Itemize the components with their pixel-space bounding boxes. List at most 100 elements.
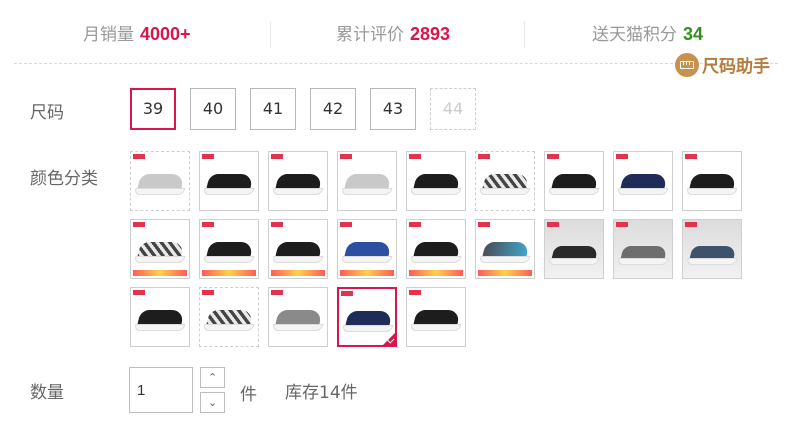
brand-tag-icon — [271, 222, 283, 227]
shoe-thumbnail — [413, 242, 461, 258]
size-helper-link[interactable]: 尺码助手 — [675, 52, 770, 78]
brand-tag-icon — [340, 154, 352, 159]
color-swatch-19[interactable] — [130, 287, 190, 347]
color-swatch-7[interactable] — [544, 151, 604, 211]
color-swatch-21[interactable] — [268, 287, 328, 347]
color-swatch-14[interactable] — [406, 219, 466, 279]
quantity-input[interactable] — [129, 367, 193, 413]
color-swatch-9[interactable] — [682, 151, 742, 211]
tmall-points-stat: 送天猫积分 34 — [592, 20, 703, 45]
size-option-43[interactable]: 43 — [370, 88, 416, 130]
shoe-thumbnail — [137, 242, 185, 258]
brand-tag-icon — [547, 222, 559, 227]
color-swatch-3[interactable] — [268, 151, 328, 211]
size-option-44: 44 — [430, 88, 476, 130]
tmall-points-value: 34 — [683, 24, 704, 44]
brand-tag-icon — [133, 290, 145, 295]
shoe-thumbnail — [551, 174, 599, 190]
chevron-down-icon: ⌄ — [207, 396, 218, 409]
shoe-thumbnail — [275, 310, 323, 326]
brand-tag-icon — [202, 290, 214, 295]
shoe-thumbnail — [413, 174, 461, 190]
stock-count: 库存14件 — [285, 383, 358, 403]
quantity-decrement-button[interactable]: ⌄ — [200, 392, 225, 413]
chevron-up-icon: ⌃ — [207, 371, 218, 384]
color-swatch-1 — [130, 151, 190, 211]
size-option-41[interactable]: 41 — [250, 88, 296, 130]
brand-tag-icon — [685, 222, 697, 227]
shoe-thumbnail — [620, 246, 668, 260]
promo-banner — [271, 270, 325, 276]
promo-banner — [202, 270, 256, 276]
shoe-thumbnail — [344, 174, 392, 190]
brand-tag-icon — [133, 154, 145, 159]
shoe-thumbnail — [206, 310, 254, 326]
quantity-unit: 件 — [240, 385, 257, 405]
color-swatch-16[interactable] — [544, 219, 604, 279]
ruler-icon — [675, 52, 699, 77]
color-label: 颜色分类 — [30, 169, 98, 189]
promo-banner — [340, 270, 394, 276]
color-swatch-22[interactable] — [337, 287, 397, 347]
brand-tag-icon — [478, 154, 490, 159]
shoe-thumbnail — [275, 174, 323, 190]
color-swatch-18[interactable] — [682, 219, 742, 279]
total-reviews-label: 累计评价 — [336, 25, 404, 45]
color-swatch-6 — [475, 151, 535, 211]
color-swatch-11[interactable] — [199, 219, 259, 279]
brand-tag-icon — [616, 222, 628, 227]
shoe-thumbnail — [482, 242, 530, 258]
color-swatch-20 — [199, 287, 259, 347]
shoe-thumbnail — [206, 174, 254, 190]
quantity-increment-button[interactable]: ⌃ — [200, 367, 225, 388]
color-swatch-13[interactable] — [337, 219, 397, 279]
brand-tag-icon — [478, 222, 490, 227]
shoe-thumbnail — [620, 174, 668, 190]
size-option-40[interactable]: 40 — [190, 88, 236, 130]
color-swatch-12[interactable] — [268, 219, 328, 279]
stat-divider — [270, 22, 271, 48]
brand-tag-icon — [547, 154, 559, 159]
promo-banner — [478, 270, 532, 276]
color-swatch-8[interactable] — [613, 151, 673, 211]
color-swatch-4[interactable] — [337, 151, 397, 211]
brand-tag-icon — [271, 154, 283, 159]
brand-tag-icon — [341, 291, 353, 296]
stat-divider — [524, 22, 525, 48]
total-reviews-stat[interactable]: 累计评价 2893 — [336, 20, 450, 45]
monthly-sales-label: 月销量 — [83, 25, 134, 45]
brand-tag-icon — [409, 222, 421, 227]
shoe-thumbnail — [344, 242, 392, 258]
quantity-label: 数量 — [30, 383, 64, 403]
brand-tag-icon — [409, 290, 421, 295]
brand-tag-icon — [685, 154, 697, 159]
color-swatch-15[interactable] — [475, 219, 535, 279]
shoe-thumbnail — [482, 174, 530, 190]
size-helper-label: 尺码助手 — [702, 57, 770, 77]
color-swatch-23[interactable] — [406, 287, 466, 347]
brand-tag-icon — [340, 222, 352, 227]
size-option-39[interactable]: 39 — [130, 88, 176, 130]
size-label: 尺码 — [30, 103, 64, 123]
shoe-thumbnail — [206, 242, 254, 258]
color-swatch-5[interactable] — [406, 151, 466, 211]
tmall-points-label: 送天猫积分 — [592, 25, 677, 45]
dashed-divider — [14, 63, 778, 64]
color-swatch-17[interactable] — [613, 219, 673, 279]
brand-tag-icon — [409, 154, 421, 159]
shoe-thumbnail — [689, 246, 737, 260]
promo-banner — [409, 270, 463, 276]
monthly-sales-value: 4000+ — [140, 24, 191, 44]
shoe-thumbnail — [137, 310, 185, 326]
shoe-thumbnail — [275, 242, 323, 258]
size-option-42[interactable]: 42 — [310, 88, 356, 130]
shoe-thumbnail — [689, 174, 737, 190]
brand-tag-icon — [202, 222, 214, 227]
brand-tag-icon — [616, 154, 628, 159]
shoe-thumbnail — [551, 246, 599, 260]
shoe-thumbnail — [137, 174, 185, 190]
monthly-sales-stat: 月销量 4000+ — [83, 20, 191, 45]
color-swatch-10[interactable] — [130, 219, 190, 279]
shoe-thumbnail — [345, 311, 393, 327]
color-swatch-2[interactable] — [199, 151, 259, 211]
